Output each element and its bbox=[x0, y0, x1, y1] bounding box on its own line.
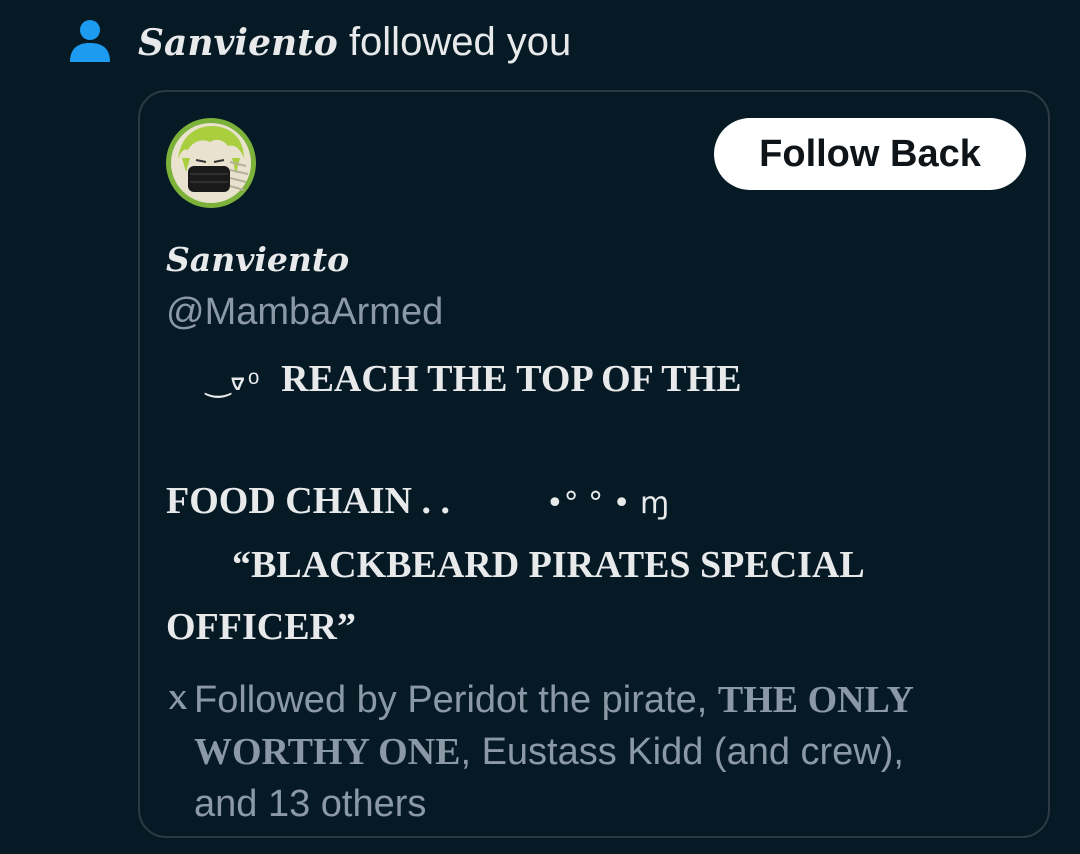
followed-by-prefix: Followed by Peridot the pirate, bbox=[194, 679, 718, 721]
bio-line-2: FOOD CHAIN . . •° ° • ɱ bbox=[166, 476, 669, 529]
bio-line-1: ‿ᢦ ͦ REACH THE TOP OF THE bbox=[206, 354, 742, 407]
bio-text-3: “BLACKBEARD PIRATES SPECIAL bbox=[232, 544, 865, 586]
bio-decoration-2: •° ° • ɱ bbox=[545, 486, 670, 521]
bio-line-3: “BLACKBEARD PIRATES SPECIAL bbox=[232, 540, 865, 590]
followed-by-suffix: and 13 others bbox=[194, 783, 427, 825]
follower-name-link[interactable]: Sanviento bbox=[138, 22, 338, 64]
bio-text-4: OFFICER” bbox=[166, 606, 356, 648]
notification-action-text: followed you bbox=[348, 20, 572, 64]
bio-line-4: OFFICER” bbox=[166, 602, 356, 652]
x-icon bbox=[169, 691, 187, 709]
bio-text-1: REACH THE TOP OF THE bbox=[281, 358, 742, 400]
followed-by-name-bold-1: THE ONLY bbox=[717, 679, 914, 721]
user-profile-card[interactable]: Follow Back Sanviento @MambaArmed ‿ᢦ ͦ R… bbox=[138, 90, 1050, 838]
followed-by-line-3: and 13 others bbox=[166, 778, 1026, 830]
bio-decoration-1: ‿ᢦ ͦ bbox=[206, 364, 264, 399]
person-icon bbox=[70, 20, 110, 62]
followed-by-line-1: Followed by Peridot the pirate, THE ONLY bbox=[166, 674, 1026, 726]
avatar[interactable] bbox=[166, 118, 256, 208]
followed-by-line-2: WORTHY ONE, Eustass Kidd (and crew), bbox=[166, 726, 1026, 778]
followed-by-name-bold-2: WORTHY ONE bbox=[194, 731, 461, 773]
bio-text-2: FOOD CHAIN . . bbox=[166, 480, 450, 522]
notification-text: Sanviento followed you bbox=[138, 16, 571, 69]
display-name[interactable]: Sanviento bbox=[166, 234, 349, 286]
follow-back-button[interactable]: Follow Back bbox=[714, 118, 1026, 190]
followed-by-middle: , Eustass Kidd (and crew), bbox=[460, 731, 904, 773]
user-handle[interactable]: @MambaArmed bbox=[166, 288, 443, 336]
followed-by-text[interactable]: Followed by Peridot the pirate, THE ONLY… bbox=[166, 674, 1026, 830]
follow-notification-header[interactable]: Sanviento followed you bbox=[0, 0, 1080, 90]
